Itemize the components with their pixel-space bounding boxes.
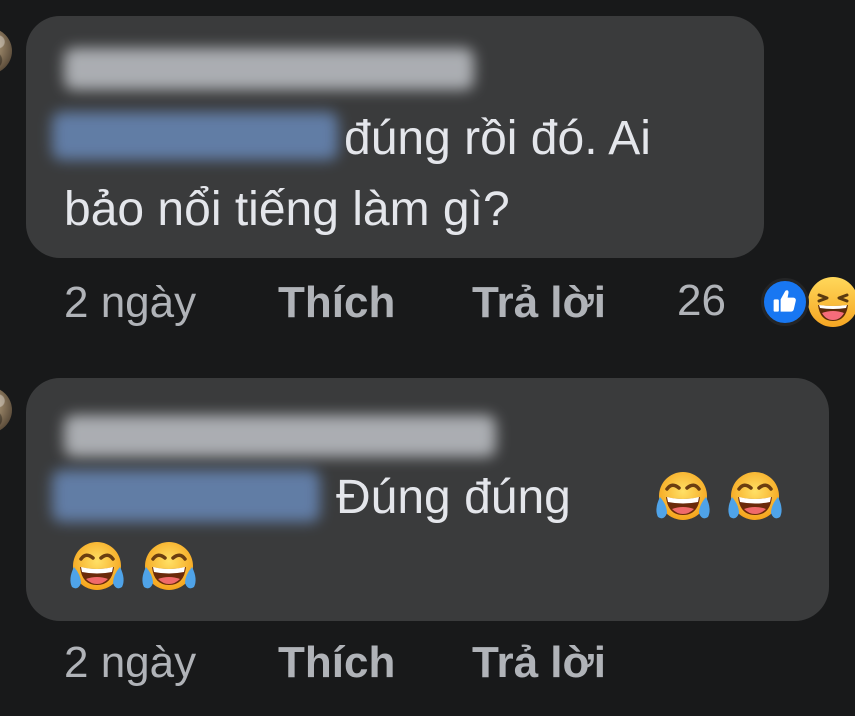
- comment-text: Đúng đúng: [336, 471, 571, 524]
- tears-of-joy-emoji: [654, 470, 712, 522]
- tears-of-joy-emoji: [726, 470, 784, 522]
- comment-text: bảo nổi tiếng làm gì?: [64, 183, 510, 236]
- blurred-author-name: [64, 415, 496, 457]
- tears-of-joy-emoji: [68, 540, 126, 592]
- blurred-author-name: [64, 48, 474, 90]
- like-button[interactable]: Thích: [278, 638, 395, 688]
- like-button[interactable]: Thích: [278, 278, 395, 328]
- reaction-count[interactable]: 26: [677, 276, 726, 326]
- tears-of-joy-emoji: [140, 540, 198, 592]
- blurred-tagged-user: [52, 112, 338, 160]
- haha-icon[interactable]: [806, 275, 855, 329]
- reply-button[interactable]: Trả lời: [472, 638, 606, 688]
- avatar[interactable]: [0, 28, 12, 74]
- reply-button[interactable]: Trả lời: [472, 278, 606, 328]
- comment-text: đúng rồi đó. Ai: [344, 112, 651, 165]
- like-icon[interactable]: [761, 278, 809, 326]
- blurred-tagged-user: [52, 470, 320, 522]
- avatar[interactable]: [0, 387, 12, 433]
- comment-timestamp[interactable]: 2 ngày: [64, 638, 196, 688]
- comment-timestamp[interactable]: 2 ngày: [64, 278, 196, 328]
